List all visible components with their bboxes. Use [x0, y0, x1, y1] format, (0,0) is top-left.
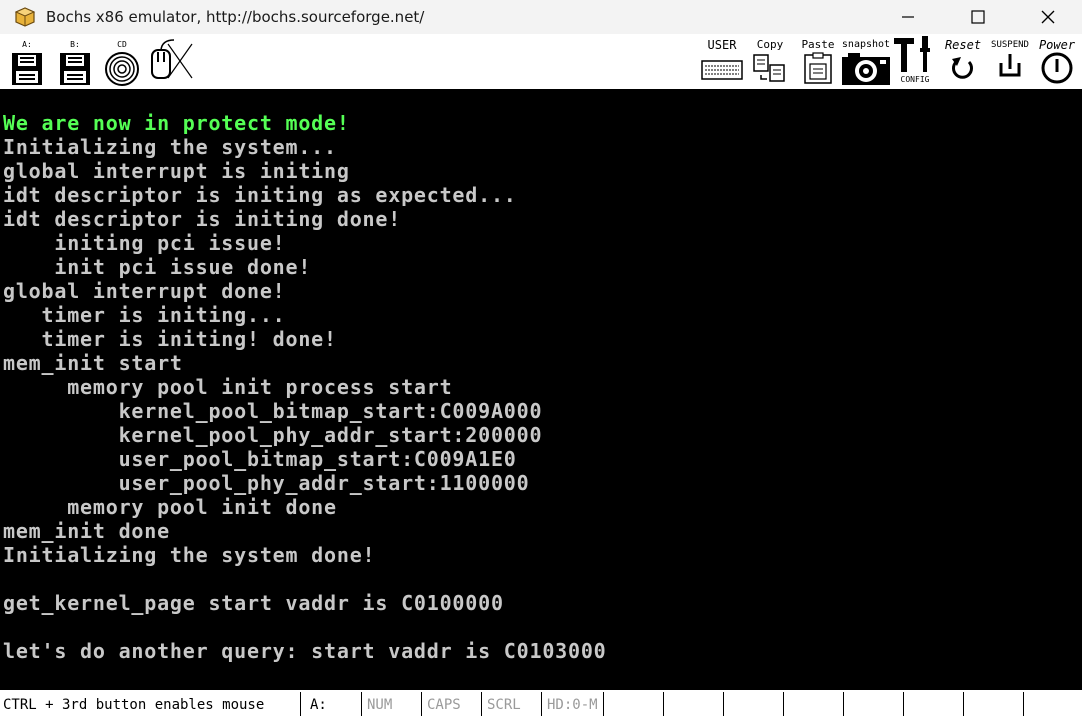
suspend-label: SUSPEND [991, 40, 1029, 50]
floppy-status: A: [307, 692, 362, 716]
keyboard-icon [701, 60, 743, 80]
console-line: Initializing the system... [3, 135, 337, 159]
status-cell-empty [606, 692, 664, 716]
config-button[interactable]: CONFIG [892, 34, 938, 89]
caps-lock-indicator: CAPS [424, 692, 482, 716]
floppy-a-label: A: [22, 40, 32, 49]
console-line: timer is initing... [3, 303, 286, 327]
mouse-disabled-icon [151, 39, 193, 79]
power-button[interactable]: Power [1034, 34, 1080, 89]
copy-label: Copy [756, 38, 784, 51]
suspend-button[interactable]: SUSPEND [986, 34, 1034, 89]
console-line: init pci issue done! [3, 255, 312, 279]
console-line: kernel_pool_bitmap_start:C009A000 [3, 399, 543, 423]
mouse-button[interactable] [148, 34, 194, 89]
mouse-hint: CTRL + 3rd button enables mouse [0, 692, 301, 716]
num-lock-indicator: NUM [364, 692, 422, 716]
console-line: user_pool_bitmap_start:C009A1E0 [3, 447, 517, 471]
floppy-b-button[interactable]: B: [56, 34, 94, 89]
console-line: initing pci issue! [3, 231, 286, 255]
console-line: kernel_pool_phy_addr_start:200000 [3, 423, 543, 447]
floppy-disk-icon [12, 53, 42, 85]
cdrom-label: CD [117, 40, 127, 49]
emulator-screen[interactable]: We are now in protect mode! Initializing… [0, 89, 1082, 689]
hd-indicator: HD:0-M [544, 692, 604, 716]
status-bar: CTRL + 3rd button enables mouse A: NUM C… [0, 689, 1082, 717]
close-button[interactable] [1025, 0, 1071, 34]
power-label: Power [1038, 38, 1076, 52]
console-line: We are now in protect mode! [3, 111, 350, 135]
title-bar: Bochs x86 emulator, http://bochs.sourcef… [0, 0, 1082, 34]
window-title: Bochs x86 emulator, http://bochs.sourcef… [46, 8, 425, 26]
console-line: global interrupt done! [3, 279, 286, 303]
console-line: let's do another query: start vaddr is C… [3, 639, 607, 663]
console-line: memory pool init process start [3, 375, 453, 399]
paste-label: Paste [801, 38, 835, 51]
console-line: Initializing the system done! [3, 543, 376, 567]
maximize-icon [971, 10, 985, 24]
user-button[interactable]: USER [698, 34, 746, 89]
floppy-a-button[interactable]: A: [8, 34, 46, 89]
user-label: USER [707, 38, 737, 52]
console-line: mem_init start [3, 351, 183, 375]
copy-button[interactable]: Copy [750, 34, 790, 89]
reset-button[interactable]: Reset [940, 34, 986, 89]
camera-icon [842, 53, 890, 85]
minimize-button[interactable] [885, 0, 931, 34]
config-icon [894, 36, 930, 72]
console-line: idt descriptor is initing as expected... [3, 183, 517, 207]
console-line: global interrupt is initing [3, 159, 350, 183]
minimize-icon [902, 16, 914, 18]
floppy-disk-icon [60, 53, 90, 85]
console-line: memory pool init done [3, 495, 337, 519]
console-line: user_pool_phy_addr_start:1100000 [3, 471, 530, 495]
reset-label: Reset [944, 38, 982, 52]
suspend-icon [999, 54, 1021, 77]
paste-icon [804, 52, 832, 84]
snapshot-label: snapshot [841, 39, 891, 50]
console-line: idt descriptor is initing done! [3, 207, 402, 231]
paste-button[interactable]: Paste [798, 34, 838, 89]
status-cell-empty [726, 692, 784, 716]
status-cell-empty [666, 692, 724, 716]
status-cell-empty [786, 692, 844, 716]
console-line: mem_init done [3, 519, 170, 543]
scroll-lock-indicator: SCRL [484, 692, 542, 716]
snapshot-button[interactable]: snapshot [840, 34, 892, 89]
status-cell-empty [906, 692, 964, 716]
cdrom-icon [105, 52, 139, 86]
console-line: timer is initing! done! [3, 327, 337, 351]
power-icon [1041, 52, 1073, 84]
cdrom-button[interactable]: CD [102, 34, 142, 89]
reset-icon [952, 57, 973, 79]
copy-icon [753, 54, 785, 82]
console-line: get_kernel_page start vaddr is C0100000 [3, 591, 504, 615]
close-icon [1041, 10, 1055, 24]
bochs-icon [14, 7, 36, 27]
bochs-toolbar: A: B: CD USER Copy Paste snapshot CONFIG… [0, 34, 1082, 90]
maximize-button[interactable] [955, 0, 1001, 34]
status-cell-empty [846, 692, 904, 716]
config-label: CONFIG [900, 75, 930, 84]
status-cell-empty [966, 692, 1024, 716]
floppy-b-label: B: [70, 40, 80, 49]
